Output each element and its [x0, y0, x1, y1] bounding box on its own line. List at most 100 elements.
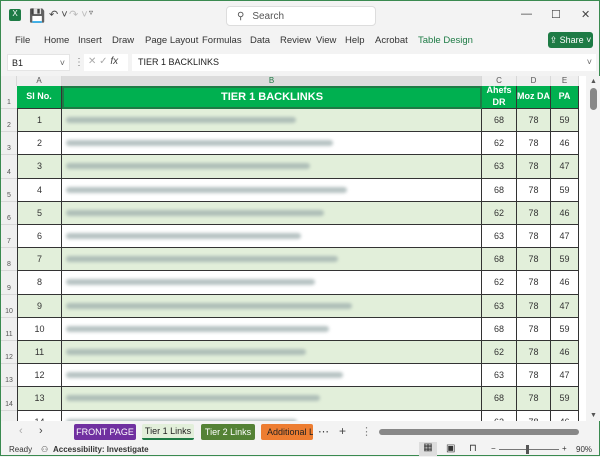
scroll-down-icon[interactable]: ▼: [590, 412, 597, 419]
cell-sl-no[interactable]: 7: [17, 248, 62, 272]
cell-sl-no[interactable]: 5: [17, 201, 62, 225]
cell-sl-no[interactable]: 2: [17, 132, 62, 156]
add-sheet-icon[interactable]: +: [339, 424, 346, 438]
cell-sl-no[interactable]: 1: [17, 109, 62, 133]
column-header-b[interactable]: B: [62, 76, 482, 86]
search-box[interactable]: ⚲ Search: [226, 6, 376, 26]
sheet-tab-additional-links[interactable]: Additional L: [261, 424, 313, 440]
zoom-out-icon[interactable]: −: [491, 444, 496, 453]
cell-pa[interactable]: 59: [551, 248, 579, 272]
minimize-button[interactable]: —: [521, 8, 532, 20]
select-all-corner[interactable]: [1, 76, 17, 86]
column-header-e[interactable]: E: [551, 76, 579, 86]
next-sheet-icon[interactable]: ›: [39, 425, 43, 437]
cell-ahrefs-dr[interactable]: 62: [482, 271, 517, 295]
cell-sl-no[interactable]: 9: [17, 294, 62, 318]
cell-pa[interactable]: 46: [551, 410, 579, 421]
cell-ahrefs-dr[interactable]: 62: [482, 341, 517, 365]
cell-ahrefs-dr[interactable]: 68: [482, 178, 517, 202]
cell-moz-da[interactable]: 78: [517, 132, 551, 156]
ribbon-tab-file[interactable]: File: [15, 35, 30, 46]
prev-sheet-icon[interactable]: ‹: [19, 425, 23, 437]
cell-pa[interactable]: 59: [551, 387, 579, 411]
row-header[interactable]: 10: [1, 294, 17, 318]
formula-input[interactable]: TIER 1 BACKLINKS ˅: [132, 54, 596, 71]
cell-backlink-url[interactable]: [62, 341, 482, 365]
ribbon-tab-insert[interactable]: Insert: [78, 35, 102, 46]
cell-moz-da[interactable]: 78: [517, 178, 551, 202]
ribbon-tab-acrobat[interactable]: Acrobat: [375, 35, 408, 46]
cell-moz-da[interactable]: 78: [517, 410, 551, 421]
scroll-up-icon[interactable]: ▲: [590, 78, 597, 85]
cell-backlink-url[interactable]: [62, 109, 482, 133]
accessibility-status[interactable]: Accessibility: Investigate: [53, 445, 149, 454]
cell-moz-da[interactable]: 78: [517, 248, 551, 272]
cell-ahrefs-dr[interactable]: 63: [482, 155, 517, 179]
save-icon[interactable]: 💾: [29, 8, 45, 24]
row-header[interactable]: 9: [1, 271, 17, 295]
page-break-view-icon[interactable]: ⊓: [469, 443, 477, 454]
zoom-in-icon[interactable]: +: [562, 444, 567, 453]
row-header[interactable]: 7: [1, 225, 17, 249]
zoom-slider-thumb[interactable]: [526, 445, 529, 454]
cell-ahrefs-dr[interactable]: 63: [482, 225, 517, 249]
cell-pa[interactable]: 59: [551, 178, 579, 202]
cell-moz-da[interactable]: 78: [517, 271, 551, 295]
cell-sl-no[interactable]: 3: [17, 155, 62, 179]
close-button[interactable]: ✕: [581, 8, 590, 21]
sheet-tab-tier-2-links[interactable]: Tier 2 Links: [201, 424, 255, 440]
cell-backlink-url[interactable]: [62, 410, 482, 421]
tab-splitter-icon[interactable]: ⋮: [361, 425, 372, 438]
cell-pa[interactable]: 59: [551, 109, 579, 133]
sheet-tab-tier-1-links[interactable]: Tier 1 Links: [142, 424, 194, 440]
cell-ahrefs-dr[interactable]: 68: [482, 109, 517, 133]
customize-toolbar-icon[interactable]: ▿: [89, 8, 93, 17]
fx-icon[interactable]: fx: [110, 56, 118, 67]
ribbon-tab-table-design[interactable]: Table Design: [418, 35, 473, 46]
cell-ahrefs-dr[interactable]: 68: [482, 387, 517, 411]
more-sheets-icon[interactable]: ⋯: [318, 425, 329, 438]
cell-sl-no[interactable]: 4: [17, 178, 62, 202]
row-header[interactable]: 13: [1, 364, 17, 388]
row-header[interactable]: 6: [1, 201, 17, 225]
cell-pa[interactable]: 47: [551, 155, 579, 179]
row-header[interactable]: 5: [1, 178, 17, 202]
cell-backlink-url[interactable]: [62, 155, 482, 179]
cell-moz-da[interactable]: 78: [517, 317, 551, 341]
ribbon-tab-help[interactable]: Help: [345, 35, 365, 46]
cell-ahrefs-dr[interactable]: 62: [482, 132, 517, 156]
cell-ahrefs-dr[interactable]: 68: [482, 248, 517, 272]
cell-pa[interactable]: 47: [551, 225, 579, 249]
spreadsheet-grid[interactable]: A B C D E 1 Sl No. TIER 1 BACKLINKS Ahefs DR Moz …: [1, 76, 586, 421]
cell-ahrefs-dr[interactable]: 63: [482, 294, 517, 318]
cell-sl-no[interactable]: 11: [17, 341, 62, 365]
cell-sl-no[interactable]: 10: [17, 317, 62, 341]
cancel-icon[interactable]: ✕: [88, 56, 96, 67]
cell-backlink-url[interactable]: [62, 248, 482, 272]
row-header[interactable]: 4: [1, 155, 17, 179]
maximize-button[interactable]: ☐: [551, 8, 561, 21]
sheet-tab-front-page[interactable]: FRONT PAGE: [74, 424, 136, 440]
cell-pa[interactable]: 47: [551, 294, 579, 318]
cell-pa[interactable]: 46: [551, 341, 579, 365]
cell-sl-no[interactable]: 8: [17, 271, 62, 295]
cell-backlink-url[interactable]: [62, 178, 482, 202]
share-button[interactable]: ⇪ Share ˅: [548, 32, 593, 48]
cell-moz-da[interactable]: 78: [517, 341, 551, 365]
ribbon-tab-page-layout[interactable]: Page Layout: [145, 35, 198, 46]
vertical-scrollbar[interactable]: ▲ ▼: [587, 76, 600, 421]
cell-sl-no[interactable]: 14: [17, 410, 62, 421]
cell-pa[interactable]: 46: [551, 132, 579, 156]
column-header-a[interactable]: A: [17, 76, 62, 86]
cell-moz-da[interactable]: 78: [517, 294, 551, 318]
cell-backlink-url[interactable]: [62, 271, 482, 295]
ribbon-tab-review[interactable]: Review: [280, 35, 311, 46]
row-header[interactable]: 3: [1, 132, 17, 156]
ribbon-tab-data[interactable]: Data: [250, 35, 270, 46]
ribbon-tab-formulas[interactable]: Formulas: [202, 35, 242, 46]
zoom-level[interactable]: 90%: [576, 445, 592, 454]
cell-pa[interactable]: 59: [551, 317, 579, 341]
cell-moz-da[interactable]: 78: [517, 364, 551, 388]
cell-sl-no[interactable]: 13: [17, 387, 62, 411]
cell-pa[interactable]: 47: [551, 364, 579, 388]
